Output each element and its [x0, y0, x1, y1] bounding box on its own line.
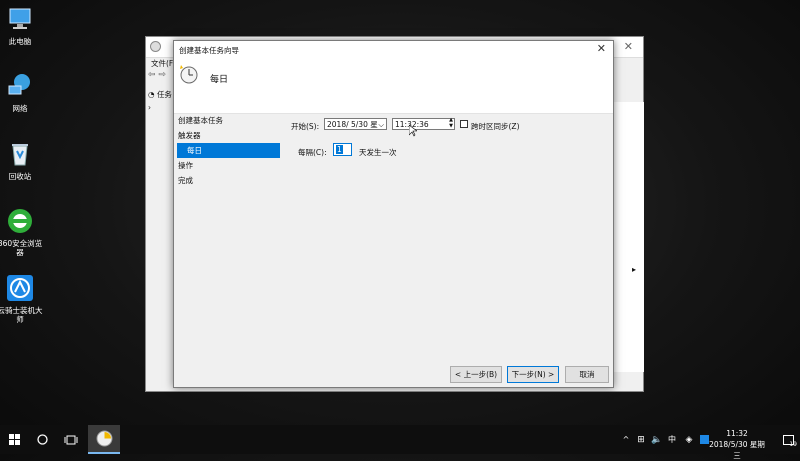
tray-app-icon[interactable]: ◈: [682, 425, 696, 454]
bg-toolbar: ⇦ ⇨: [148, 70, 166, 80]
network-icon: [8, 74, 30, 95]
step-finish: 完成: [178, 176, 193, 185]
computer-icon: [9, 8, 31, 29]
task-view-button[interactable]: [57, 425, 85, 454]
recycle-bin-icon: [12, 144, 28, 166]
dialog-header: 每日: [174, 58, 613, 114]
clock[interactable]: 11:32 2018/5/30 星期三: [706, 428, 768, 461]
recur-suffix: 天发生一次: [359, 148, 397, 157]
bg-actions-panel: ▸: [613, 102, 644, 372]
desktop-icon-label: 此电脑: [8, 37, 32, 46]
back-arrow-icon[interactable]: ⇦: [148, 70, 156, 80]
tray-expand-icon[interactable]: ^: [620, 425, 632, 454]
start-date-picker[interactable]: 2018/ 5/30 星 ⌵: [324, 118, 387, 130]
tree-root-label[interactable]: 任务: [157, 90, 172, 99]
clock-date: 2018/5/30 星期三: [709, 440, 765, 460]
time-spinner-icon[interactable]: ▲ ▼: [449, 117, 453, 129]
cortana-circle-icon: [36, 434, 48, 445]
desktop-icon-label: 回收站: [8, 172, 32, 181]
recur-label: 每隔(C):: [298, 148, 327, 157]
forward-arrow-icon[interactable]: ⇨: [158, 70, 166, 80]
search-button[interactable]: [29, 425, 55, 454]
start-label: 开始(S):: [291, 122, 320, 131]
notification-count: 19: [789, 441, 797, 448]
sync-timezone-label: 跨时区同步(Z): [471, 122, 520, 131]
windows-logo-icon: [8, 434, 20, 445]
desktop-icon-label: 云骑士装机大师: [0, 306, 43, 324]
step-action: 操作: [178, 161, 193, 170]
tree-expand-icon[interactable]: ›: [148, 103, 172, 112]
bg-tree: ◔ 任务 ›: [148, 89, 172, 112]
wizard-content: 开始(S): 2018/ 5/30 星 ⌵ 11:32:36 ▲ ▼ 跨时区同步(…: [291, 113, 613, 387]
browser-360-icon: [8, 209, 32, 233]
create-basic-task-wizard: 创建基本任务向导 ✕ 每日 创建基本任务 触发器 每日 操作 完成 开始(S):…: [173, 40, 614, 388]
yunqishi-icon: [7, 275, 33, 301]
notification-center-button[interactable]: 19: [778, 425, 798, 454]
chevron-right-icon[interactable]: ▸: [632, 265, 636, 274]
taskbar-app-task-scheduler[interactable]: [88, 425, 120, 454]
start-button[interactable]: [0, 425, 28, 454]
step-daily: 每日: [177, 143, 280, 158]
dialog-title: 创建基本任务向导: [179, 46, 239, 55]
step-create-basic-task: 创建基本任务: [178, 116, 223, 125]
scheduled-task-icon: [180, 65, 198, 84]
mouse-cursor-icon: [409, 125, 417, 137]
back-button[interactable]: < 上一步(B): [450, 366, 502, 383]
desktop-icon-this-pc[interactable]: 此电脑: [0, 5, 43, 46]
task-view-icon: [64, 435, 78, 444]
step-trigger: 触发器: [178, 131, 201, 140]
desktop-icon-yunqishi[interactable]: 云骑士装机大师: [0, 274, 43, 324]
clock-icon: ◔: [148, 90, 155, 99]
wizard-steps: 创建基本任务 触发器 每日 操作 完成: [174, 113, 289, 188]
start-date-value: 2018/ 5/30 星: [327, 120, 378, 129]
chevron-down-icon[interactable]: ⌵: [378, 119, 384, 131]
taskbar: ^ ⊞ 🔈 中 ◈ 11:32 2018/5/30 星期三 19: [0, 425, 800, 460]
header-title: 每日: [210, 75, 229, 85]
desktop-icon-label: 360安全浏览器: [0, 239, 43, 257]
bg-close-icon[interactable]: ✕: [624, 40, 633, 53]
ime-indicator[interactable]: 中: [665, 425, 679, 454]
sync-timezone-checkbox[interactable]: [460, 120, 468, 128]
desktop-icon-recycle-bin[interactable]: 回收站: [0, 140, 43, 181]
task-scheduler-clock-icon: [96, 430, 112, 447]
close-icon[interactable]: ✕: [597, 42, 606, 55]
network-tray-icon[interactable]: ⊞: [634, 425, 648, 454]
clock-time: 11:32: [726, 429, 748, 438]
desktop-icon-label: 网络: [12, 104, 28, 113]
clock-icon: [150, 41, 161, 52]
dialog-titlebar: 创建基本任务向导 ✕: [174, 41, 613, 58]
next-button[interactable]: 下一步(N) >: [507, 366, 559, 383]
recur-days-value: 1: [336, 145, 343, 154]
volume-muted-icon[interactable]: 🔈: [650, 425, 664, 454]
start-time-field[interactable]: 11:32:36 ▲ ▼: [392, 117, 455, 130]
cancel-button[interactable]: 取消: [565, 366, 609, 383]
desktop-icon-360-browser[interactable]: 360安全浏览器: [0, 207, 43, 257]
recur-days-input[interactable]: 1: [333, 143, 352, 156]
desktop-icon-network[interactable]: 网络: [0, 72, 43, 113]
